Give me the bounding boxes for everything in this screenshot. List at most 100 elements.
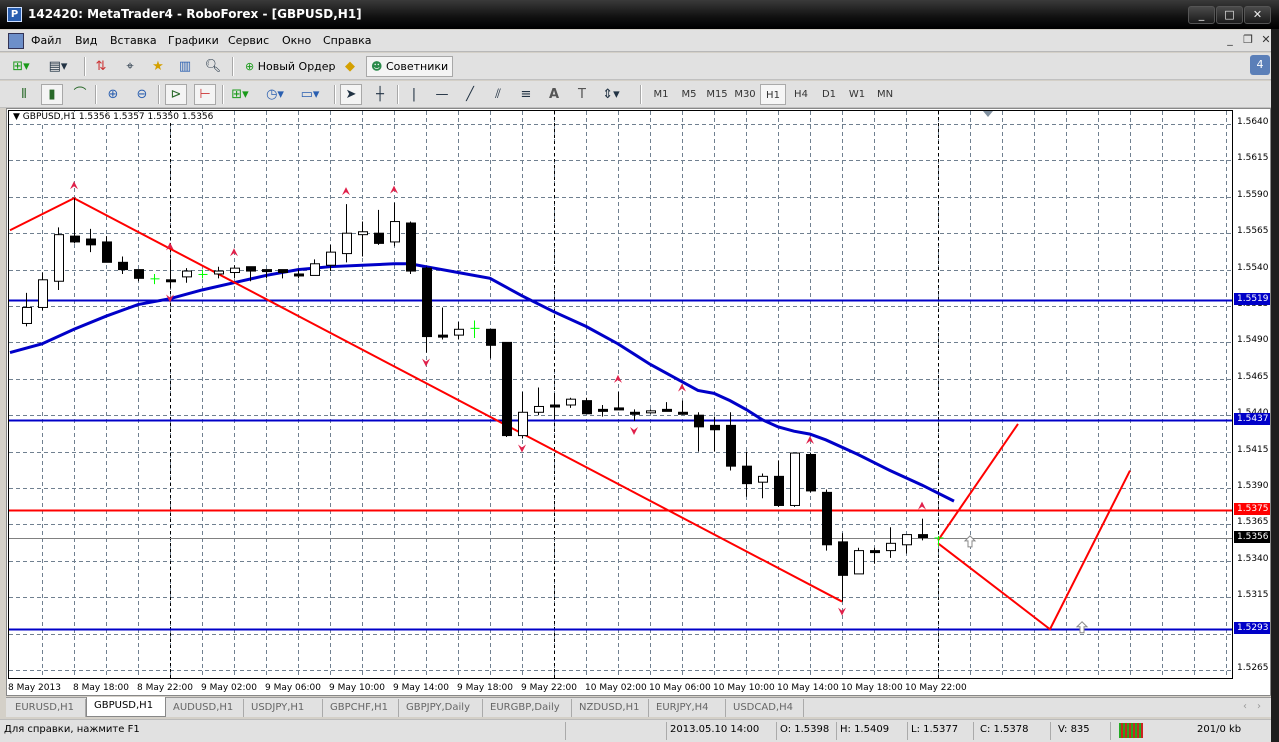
chart-tab[interactable]: EURJPY,H4 [649, 699, 726, 717]
candlestick-chart-button[interactable]: ▮ [41, 84, 63, 105]
status-volume: V: 835 [1058, 724, 1090, 735]
line-chart-button[interactable]: ⌒ [69, 84, 91, 105]
profiles-button[interactable]: ▤▾ [47, 56, 69, 77]
menu-window[interactable]: Окно [282, 34, 311, 47]
chart-tab[interactable]: GBPUSD,H1 [86, 697, 166, 717]
bullish-candle [902, 534, 912, 546]
fractal-up-arrow-icon [918, 501, 926, 510]
minimize-button[interactable]: _ [1188, 6, 1215, 24]
crosshair-button[interactable]: ┼ [369, 84, 391, 105]
experts-button[interactable]: ☻ Советники [366, 56, 454, 77]
bar-chart-button[interactable]: ⫴ [13, 84, 35, 105]
new-order-button[interactable]: ⊕ Новый Ордер [240, 56, 341, 77]
bullish-candle [38, 279, 48, 308]
bullish-candle [390, 221, 400, 243]
text-button[interactable]: A [543, 84, 565, 105]
price-axis-label: 1.5415 [1237, 444, 1269, 455]
bearish-candle [134, 269, 144, 279]
chart-tab[interactable]: GBPJPY,Daily [399, 699, 483, 717]
menu-view[interactable]: Вид [75, 34, 97, 47]
period-m5-button[interactable]: M5 [676, 84, 702, 105]
menu-insert[interactable]: Вставка [110, 34, 157, 47]
text-label-button[interactable]: T [571, 84, 593, 105]
period-h4-button[interactable]: H4 [788, 84, 814, 105]
mdi-minimize-button[interactable]: _ [1222, 33, 1238, 48]
new-chart-button[interactable]: ⊞▾ [10, 56, 32, 77]
equidistant-channel-button[interactable]: ⫽ [487, 84, 509, 105]
tabs-scroll-right-icon[interactable]: › [1257, 701, 1261, 712]
mdi-close-button[interactable]: ✕ [1258, 33, 1274, 48]
chart-tab[interactable]: USDJPY,H1 [244, 699, 323, 717]
period-m30-button[interactable]: M30 [732, 84, 758, 105]
menu-charts[interactable]: Графики [168, 34, 219, 47]
new-order-label: Новый Ордер [257, 60, 336, 73]
bearish-candle [278, 269, 288, 274]
bullish-candle [518, 411, 528, 437]
period-m1-button[interactable]: M1 [648, 84, 674, 105]
chart-window-icon[interactable] [8, 33, 24, 49]
maximize-button[interactable]: □ [1216, 6, 1243, 24]
period-w1-button[interactable]: W1 [844, 84, 870, 105]
cursor-button[interactable]: ➤ [340, 84, 362, 105]
tabs-scroll-left-icon[interactable]: ‹ [1243, 701, 1247, 712]
chart-plot-area[interactable] [8, 110, 1233, 679]
bullish-candle [534, 405, 544, 413]
navigator-crosshair-icon[interactable]: ⌖ [119, 56, 141, 77]
notifications-badge[interactable]: 4 [1250, 55, 1270, 75]
mdi-restore-button[interactable]: ❐ [1240, 33, 1256, 48]
period-d1-button[interactable]: D1 [816, 84, 842, 105]
price-axis-label: 1.5340 [1237, 553, 1269, 564]
periods-clock-button[interactable]: ◷▾ [264, 84, 286, 105]
bearish-candle [806, 454, 816, 492]
chart-tab[interactable]: USDCAD,H4 [726, 699, 804, 717]
bearish-candle [838, 541, 848, 576]
bearish-candle [598, 408, 608, 412]
status-separator [565, 722, 566, 740]
close-button[interactable]: ✕ [1244, 6, 1271, 24]
menu-tools[interactable]: Сервис [228, 34, 269, 47]
autoscroll-button[interactable]: ⊳ [165, 84, 187, 105]
fibonacci-button[interactable]: ≡ [515, 84, 537, 105]
bullish-candle [230, 267, 240, 274]
status-separator [666, 722, 667, 740]
menu-file[interactable]: Файл [31, 34, 61, 47]
arrows-button[interactable]: ⇕▾ [600, 84, 622, 105]
price-axis-label: 1.5590 [1237, 189, 1269, 200]
zoom-in-button[interactable]: ⊕ [102, 84, 124, 105]
time-axis-label: 9 May 02:00 [201, 683, 257, 693]
level-price-marker: 1.5519 [1234, 293, 1270, 306]
period-mn-button[interactable]: MN [872, 84, 898, 105]
period-m15-button[interactable]: M15 [704, 84, 730, 105]
chart-tab[interactable]: AUDUSD,H1 [166, 699, 244, 717]
menu-help[interactable]: Справка [323, 34, 371, 47]
vertical-line-button[interactable]: | [403, 84, 425, 105]
period-h1-button[interactable]: H1 [760, 84, 786, 105]
market-watch-button[interactable]: ⇅ [90, 56, 112, 77]
toolbar-separator [232, 57, 234, 76]
zoom-out-button[interactable]: ⊖ [131, 84, 153, 105]
bullish-candle [646, 410, 656, 414]
chart-tab[interactable]: NZDUSD,H1 [572, 699, 649, 717]
chart-shift-button[interactable]: ⊢ [194, 84, 216, 105]
trendline-button[interactable]: ╱ [459, 84, 481, 105]
bearish-candle [502, 341, 512, 437]
autotrading-warning-icon[interactable]: ◆ [339, 56, 361, 77]
chart-tab[interactable]: EURGBP,Daily [483, 699, 572, 717]
chart-tab[interactable]: GBPCHF,H1 [323, 699, 399, 717]
horizontal-line-button[interactable]: — [431, 84, 453, 105]
data-window-button[interactable]: ▥ [174, 56, 196, 77]
chart-tabs: EURUSD,H1 GBPUSD,H1 AUDUSD,H1 USDJPY,H1 GBPC… [6, 697, 1271, 717]
templates-button[interactable]: ▭▾ [299, 84, 321, 105]
bearish-candle [422, 267, 432, 338]
bearish-candle [918, 534, 928, 539]
connection-status-icon[interactable] [1119, 723, 1143, 738]
favorites-star-icon[interactable]: ★ [147, 56, 169, 77]
indicators-button[interactable]: ⊞▾ [229, 84, 251, 105]
chart-tab[interactable]: EURUSD,H1 [8, 699, 86, 717]
status-separator [836, 722, 837, 740]
title-bar: P 142420: MetaTrader4 - RoboForex - [GBP… [0, 0, 1279, 29]
fractal-down-arrow-icon [518, 444, 526, 453]
level-price-marker: 1.5437 [1234, 412, 1270, 425]
strategy-tester-button[interactable]: 🔍︎ [202, 56, 224, 77]
bearish-candle [486, 328, 496, 346]
